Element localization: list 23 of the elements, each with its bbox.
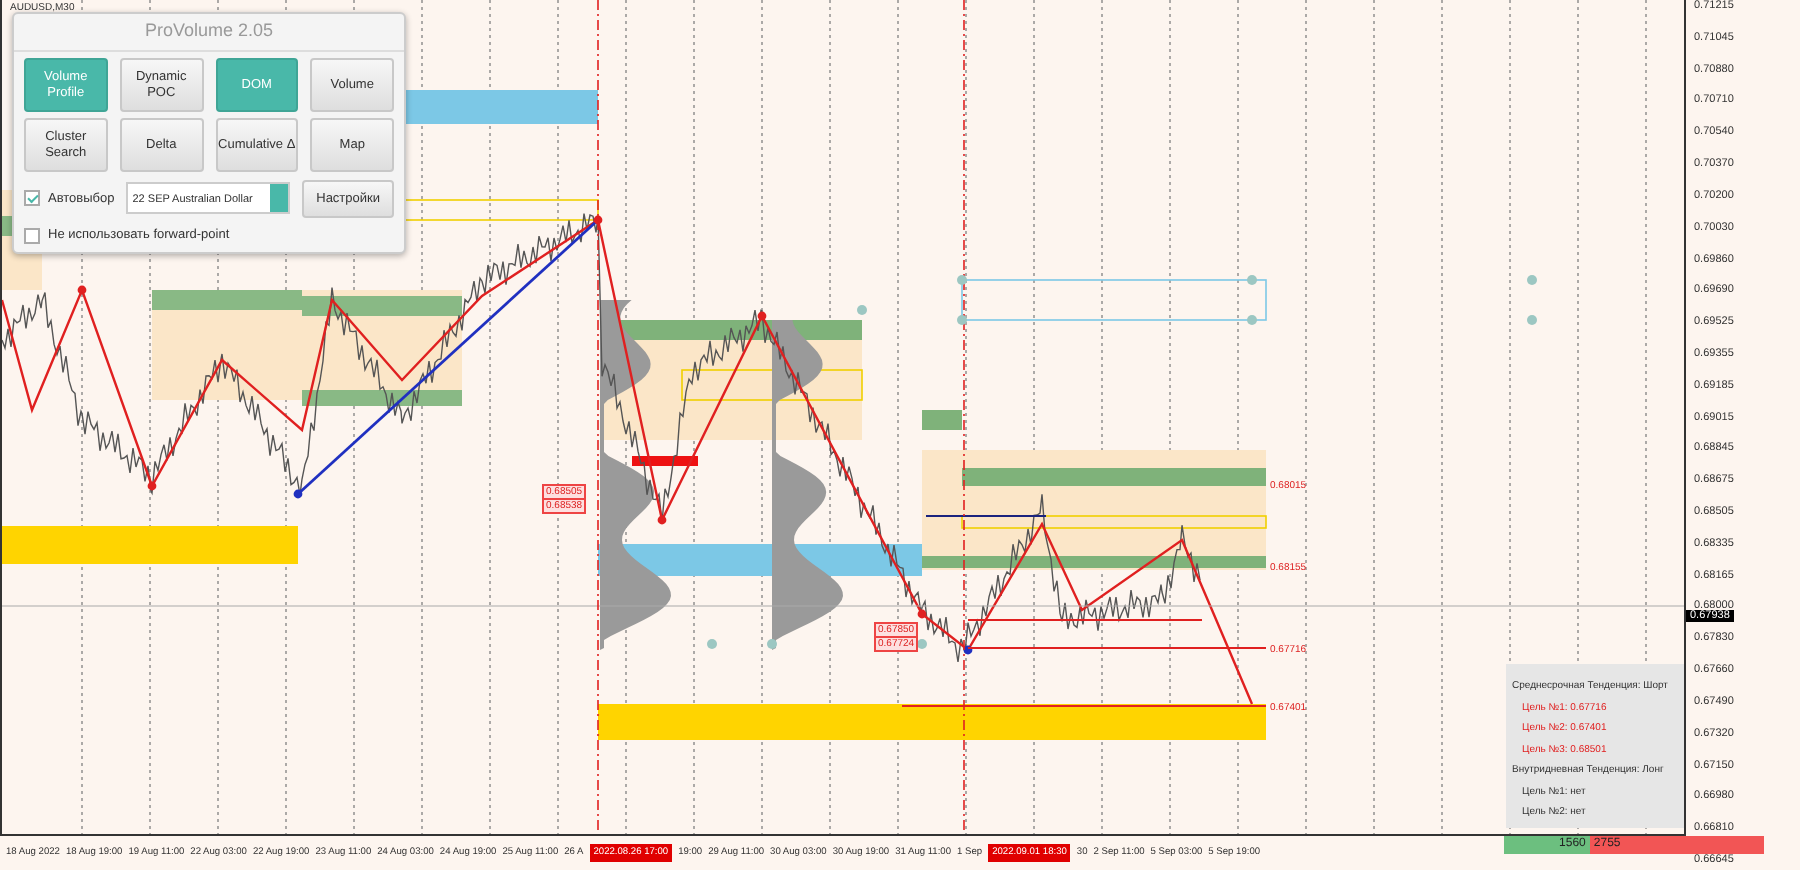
anchor-dot: [767, 639, 777, 649]
trend-line: [925, 515, 1047, 517]
anchor-dot: [1247, 315, 1257, 325]
anchor-dot: [1247, 275, 1257, 285]
panel-title: ProVolume 2.05: [14, 14, 404, 51]
price-zone: [922, 410, 962, 430]
anchor-dot: [917, 639, 927, 649]
pivot-dot: [963, 645, 973, 655]
anchor-dot: [1527, 275, 1537, 285]
pivot-dot: [147, 481, 157, 491]
checkbox[interactable]: [24, 190, 40, 207]
checkbox[interactable]: [24, 228, 40, 245]
anchor-dot: [1527, 315, 1537, 325]
anchor-dot: [957, 315, 967, 325]
pivot-dot: [657, 515, 667, 525]
pivot-dot: [917, 609, 927, 619]
anchor-dot: [957, 275, 967, 285]
price-zone: [632, 456, 698, 466]
anchor-dot: [857, 305, 867, 315]
pivot-dot: [293, 489, 303, 499]
pivot-dot: [77, 285, 87, 295]
anchor-dot: [707, 639, 717, 649]
pivot-dot: [757, 311, 767, 321]
